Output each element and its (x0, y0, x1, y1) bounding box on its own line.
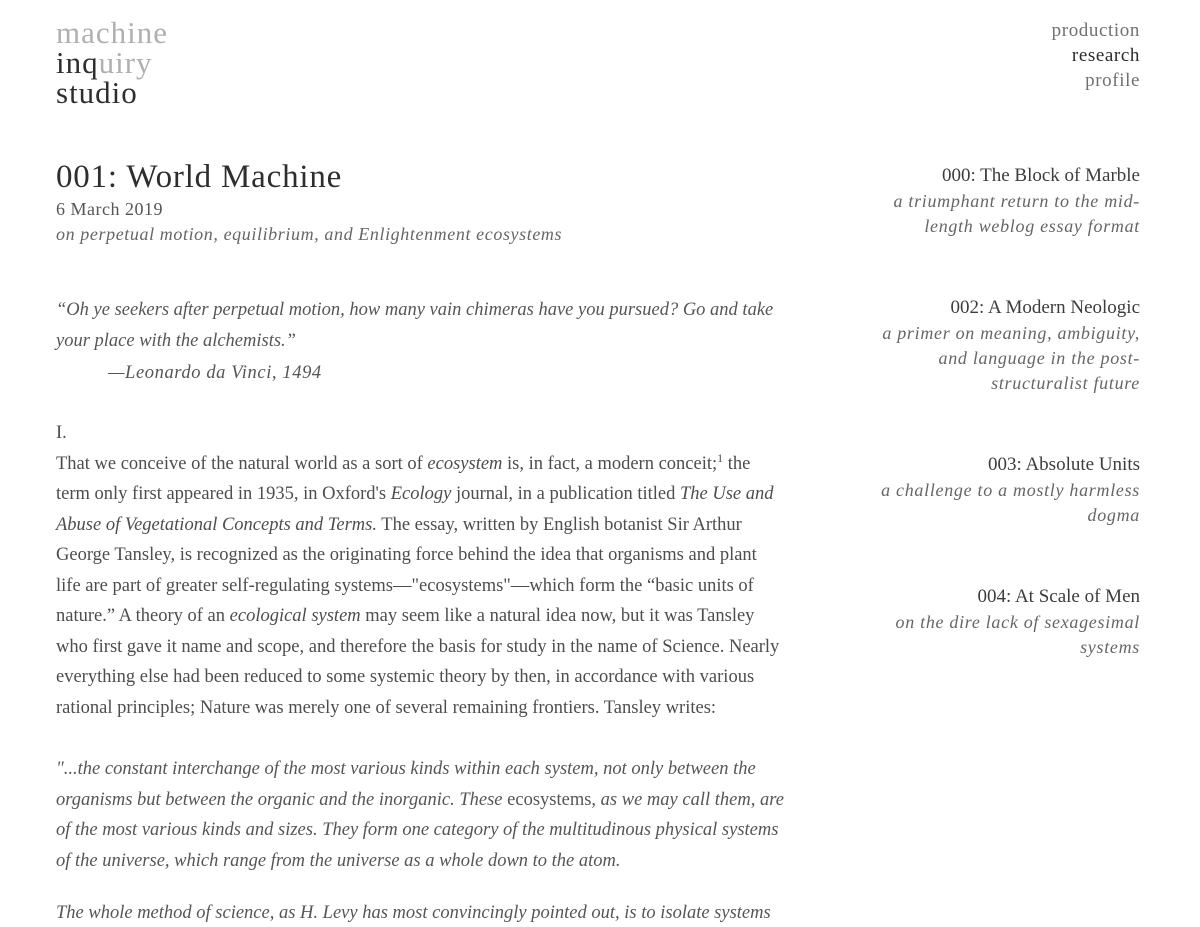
section-numeral: I. (56, 423, 67, 443)
nav-link-profile[interactable]: profile (1052, 68, 1140, 93)
article-title: 001: World Machine (56, 159, 343, 195)
related-post-title[interactable]: 003: Absolute Units (870, 452, 1140, 478)
related-post-desc: on the dire lack of sexagesimal systems (895, 612, 1140, 657)
block-quote: "...the constant interchange of the most… (56, 754, 786, 927)
related-post-title[interactable]: 004: At Scale of Men (870, 584, 1140, 610)
related-post-desc: a challenge to a mostly harmless dogma (881, 480, 1140, 525)
article-header: 001: World Machine 6 March 2019 on perpe… (56, 157, 776, 247)
logo-line-inquiry: inquiry (56, 47, 168, 78)
article-subtitle: on perpetual motion, equilibrium, and En… (56, 224, 563, 244)
epigraph: “Oh ye seekers after perpetual motion, h… (56, 295, 786, 389)
text-run: journal, in a publication titled (451, 484, 680, 504)
related-post-title[interactable]: 000: The Block of Marble (870, 163, 1140, 189)
article-body: I. That we conceive of the natural world… (56, 418, 786, 723)
article-date: 6 March 2019 (56, 199, 163, 219)
text-run: ecosystems, (507, 789, 597, 810)
related-post[interactable]: 000: The Block of Marble a triumphant re… (870, 163, 1140, 239)
nav-link-research[interactable]: research (1052, 43, 1140, 68)
related-post-desc: a triumphant return to the mid-length we… (893, 191, 1140, 236)
text-run: That we conceive of the natural world as… (56, 453, 428, 474)
logo-line-machine: machine (56, 15, 169, 50)
emphasis: Ecology (390, 484, 452, 504)
text-run: is, in fact, a modern conceit; (502, 453, 718, 474)
nav-link-production[interactable]: production (1052, 18, 1140, 43)
top-nav: production research profile (1052, 18, 1140, 93)
paragraph: That we conceive of the natural world as… (56, 449, 786, 724)
related-post[interactable]: 003: Absolute Units a challenge to a mos… (870, 452, 1140, 528)
related-post-title[interactable]: 002: A Modern Neologic (870, 295, 1140, 321)
epigraph-quote: “Oh ye seekers after perpetual motion, h… (56, 300, 774, 351)
related-posts: 000: The Block of Marble a triumphant re… (870, 163, 1140, 660)
epigraph-attribution: —Leonardo da Vinci, 1494 (108, 363, 322, 383)
site-logo[interactable]: machine inquiry studio (56, 15, 169, 110)
emphasis: ecosystem (427, 453, 503, 474)
related-post[interactable]: 002: A Modern Neologic a primer on meani… (870, 295, 1140, 396)
quote-paragraph: The whole method of science, as H. Levy … (56, 903, 771, 923)
emphasis: ecological system (229, 606, 361, 626)
related-post[interactable]: 004: At Scale of Men on the dire lack of… (870, 584, 1140, 660)
quote-paragraph: "...the constant interchange of the most… (56, 754, 786, 876)
logo-line-studio: studio (56, 75, 138, 110)
related-post-desc: a primer on meaning, ambiguity, and lang… (882, 323, 1140, 393)
